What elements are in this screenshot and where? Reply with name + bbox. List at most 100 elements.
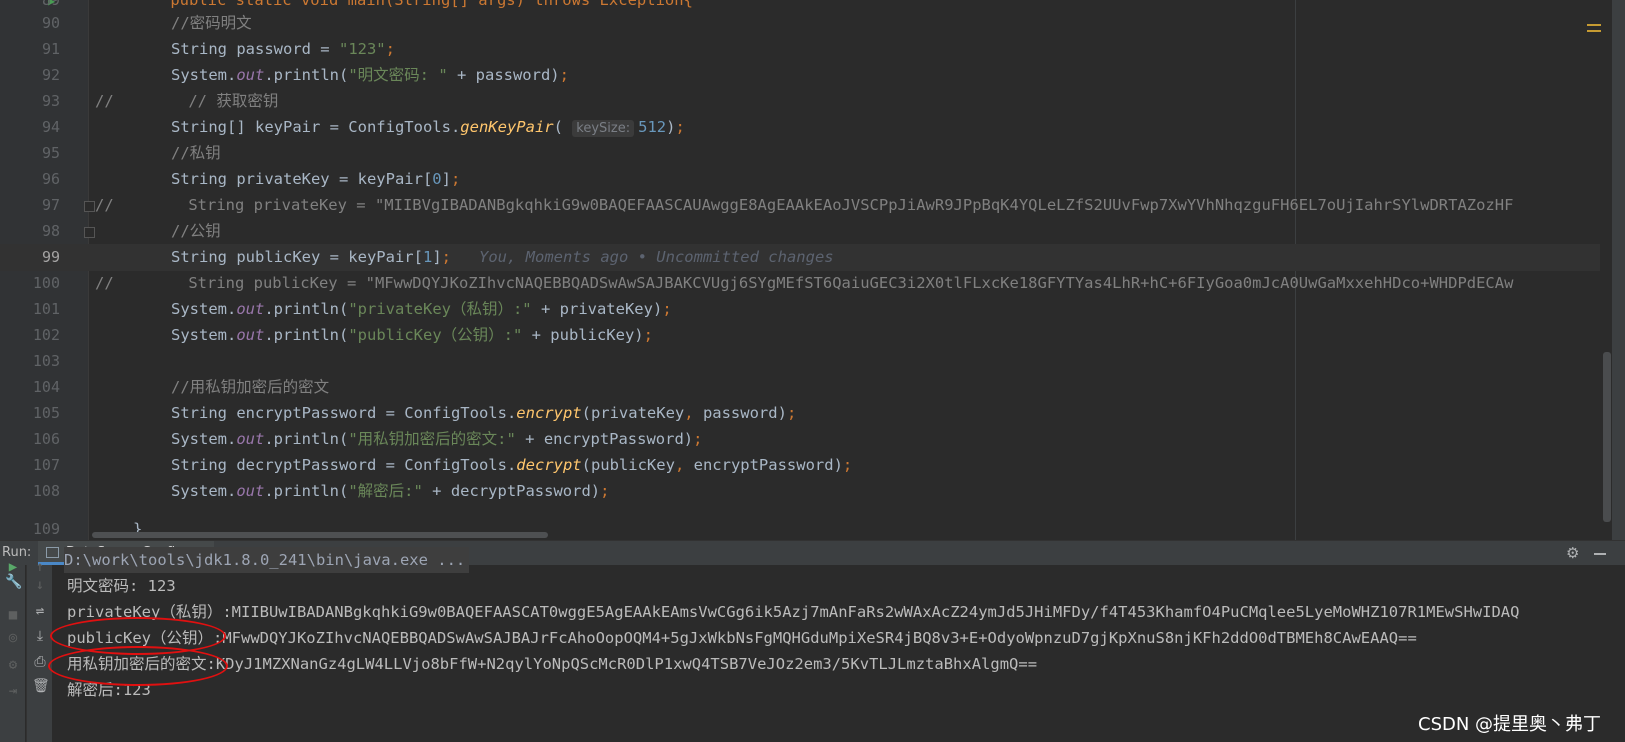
watermark: CSDN @提里奥丶弗丁 (1418, 714, 1602, 735)
console-output-line: 明文密码: 123 (67, 577, 176, 595)
exit-icon[interactable]: ⇥ (5, 683, 21, 699)
soft-wrap-icon[interactable]: ⇌ (32, 603, 48, 619)
line-number: 92 (41, 66, 60, 84)
line-number: 96 (41, 170, 60, 188)
code-line: 102 System.out.println("publicKey（公钥）:" … (0, 322, 1600, 349)
number-literal: 512 (638, 118, 667, 136)
string-literal: "用私钥加密后的密文:" (348, 430, 516, 448)
code-text: String password = "123"; (171, 40, 395, 58)
run-toolbar-left: ▶ 🔧 ■ ⌾ ⚙ ⇥ (0, 559, 25, 742)
vertical-scrollbar[interactable] (1603, 352, 1611, 522)
string-literal: "privateKey（私钥）:" (348, 300, 532, 318)
code-line: 101 System.out.println("privateKey（私钥）:"… (0, 296, 1600, 323)
camera-icon[interactable]: ⌾ (5, 631, 21, 647)
code-line: 107 String decryptPassword = ConfigTools… (0, 452, 1600, 479)
code-line: 93 // // 获取密钥 (0, 88, 1600, 115)
console-output-line: privateKey（私钥）:MIIBUwIBADANBgkqhkiG9w0BA… (67, 603, 1520, 621)
line-number: 102 (32, 326, 60, 344)
string-literal: "明文密码: " (348, 66, 448, 84)
line-number: 109 (32, 520, 60, 538)
change-marker[interactable] (1587, 30, 1601, 32)
string-literal: "publicKey（公钥）:" (348, 326, 523, 344)
line-number: 99 (41, 248, 60, 266)
run-console[interactable]: ▶ 🔧 ■ ⌾ ⚙ ⇥ ↑ ↓ ⇌ ⤓ ⎙ 🗑 D:\work\tools\jd… (0, 547, 1625, 742)
line-number: 97 (41, 196, 60, 214)
code-comment: //用私钥加密后的密文 (171, 378, 330, 396)
code-line: 90 //密码明文 (0, 10, 1600, 37)
line-number: 94 (41, 118, 60, 136)
git-blame-annotation: You, Moments ago • Uncommitted changes (479, 248, 834, 266)
console-output-line: publicKey（公钥）:MFwwDQYJKoZIhvcNAQEBBQADSw… (67, 629, 1417, 647)
fold-marker-icon[interactable] (84, 201, 95, 212)
scroll-to-end-icon[interactable]: ⤓ (32, 628, 48, 644)
line-number: 104 (32, 378, 60, 396)
line-number: 93 (41, 92, 60, 110)
arrow-up-icon[interactable]: ↑ (32, 559, 48, 575)
line-number: 103 (32, 352, 60, 370)
console-command-line: D:\work\tools\jdk1.8.0_241\bin\java.exe … (64, 547, 470, 573)
gear-icon[interactable]: ⚙ (1566, 544, 1579, 562)
code-line: 95 //私钥 (0, 140, 1600, 167)
line-number: 90 (41, 14, 60, 32)
wrench-icon[interactable]: 🔧 (5, 574, 22, 590)
horizontal-scrollbar[interactable] (92, 532, 548, 538)
code-line: 94 String[] keyPair = ConfigTools.genKey… (0, 114, 1600, 141)
line-number: 105 (32, 404, 60, 422)
code-comment: //公钥 (171, 222, 221, 240)
change-marker[interactable] (1587, 24, 1601, 26)
code-comment: //密码明文 (171, 14, 252, 32)
line-number: 108 (32, 482, 60, 500)
code-text: String privateKey = keyPair[0]; (171, 170, 461, 188)
code-editor[interactable]: ▶ 89 public static void main(String[] ar… (0, 0, 1625, 540)
number-literal: 0 (432, 170, 442, 188)
code-line: 97 // String privateKey = "MIIBVgIBADANB… (0, 192, 1600, 219)
run-label: Run: (2, 545, 32, 560)
code-line: 104 //用私钥加密后的密文 (0, 374, 1600, 401)
rerun-icon[interactable]: ▶ (5, 559, 21, 575)
database-tool-window-strip[interactable] (1612, 0, 1625, 540)
string-literal: "解密后:" (348, 482, 423, 500)
code-comment: // // 获取密钥 (95, 92, 279, 110)
code-text: System.out.println("明文密码: " + password); (171, 66, 569, 84)
number-literal: 1 (422, 248, 433, 266)
line-number: 100 (32, 274, 60, 292)
line-number: 95 (41, 144, 60, 162)
code-line: 91 String password = "123"; (0, 36, 1600, 63)
settings-icon[interactable]: ⚙ (5, 657, 21, 673)
code-text: String decryptPassword = ConfigTools.dec… (171, 456, 853, 474)
code-comment: // String privateKey = "MIIBVgIBADANBgkq… (95, 196, 1514, 214)
stop-icon[interactable]: ■ (5, 607, 21, 623)
code-line: 96 String privateKey = keyPair[0]; (0, 166, 1600, 193)
code-line: 108 System.out.println("解密后:" + decryptP… (0, 478, 1600, 505)
code-text: String publicKey = keyPair[1]; You, Mome… (171, 248, 834, 266)
code-line: 103 (0, 348, 1600, 375)
code-comment: //私钥 (171, 144, 221, 162)
code-comment: // String publicKey = "MFwwDQYJKoZIhvcNA… (95, 274, 1514, 292)
line-number: 107 (32, 456, 60, 474)
annotation-ellipse (48, 646, 228, 686)
line-number: 106 (32, 430, 60, 448)
run-toolbar-right: ↑ ↓ ⇌ ⤓ ⎙ 🗑 (26, 559, 52, 742)
trash-icon[interactable]: 🗑 (32, 678, 50, 694)
minimize-icon[interactable] (1594, 553, 1606, 555)
code-line: 106 System.out.println("用私钥加密后的密文:" + en… (0, 426, 1600, 453)
code-text: System.out.println("用私钥加密后的密文:" + encryp… (171, 430, 703, 448)
print-icon[interactable]: ⎙ (32, 654, 48, 670)
line-number: 98 (41, 222, 60, 240)
code-line: 98 //公钥 (0, 218, 1600, 245)
line-number: 101 (32, 300, 60, 318)
fold-marker-icon[interactable] (84, 227, 95, 238)
arrow-down-icon[interactable]: ↓ (32, 577, 48, 593)
string-literal: "123" (338, 40, 386, 58)
code-text: String encryptPassword = ConfigTools.enc… (171, 404, 797, 422)
code-line: 92 System.out.println("明文密码: " + passwor… (0, 62, 1600, 89)
run-config-icon (46, 547, 59, 558)
current-code-line: 99 String publicKey = keyPair[1]; You, M… (0, 244, 1600, 271)
code-line: 100 // String publicKey = "MFwwDQYJKoZIh… (0, 270, 1600, 297)
line-number: 91 (41, 40, 60, 58)
code-text: System.out.println("publicKey（公钥）:" + pu… (171, 326, 653, 344)
code-text: System.out.println("privateKey（私钥）:" + p… (171, 300, 672, 318)
code-text: String[] keyPair = ConfigTools.genKeyPai… (171, 118, 685, 137)
code-line: 105 String encryptPassword = ConfigTools… (0, 400, 1600, 427)
code-text: System.out.println("解密后:" + decryptPassw… (171, 482, 610, 500)
